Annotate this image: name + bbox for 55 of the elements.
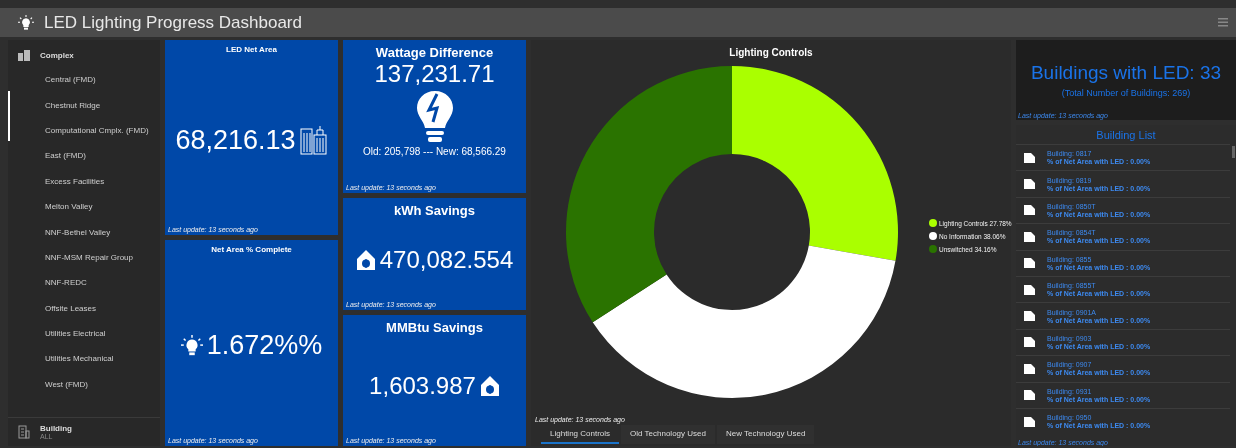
card-title: Wattage Difference [375, 45, 494, 60]
sidebar-item[interactable]: West (FMD) [8, 371, 160, 398]
scrollbar-thumb[interactable] [1232, 146, 1235, 158]
document-icon [1024, 179, 1035, 190]
list-title: Building List [1095, 128, 1157, 143]
metric-value: 68,216.13 [175, 124, 296, 156]
lightbulb-icon [414, 90, 455, 144]
sidebar-item[interactable]: NNF-MSM Repair Group [8, 244, 160, 271]
sidebar-item[interactable]: Utilities Electrical [8, 320, 160, 347]
building-icon [18, 425, 30, 439]
sidebar-item[interactable]: NNF-REDC [8, 270, 160, 296]
card-title: LED Net Area [226, 45, 277, 54]
summary-subtitle: (Total Number of Buildings: 269) [1061, 88, 1191, 98]
sidebar-item[interactable]: Excess Facilities [8, 168, 160, 194]
metric-detail: Old: 205,798 --- New: 68,566.29 [363, 146, 506, 157]
sidebar-item[interactable]: East (FMD) [8, 143, 160, 169]
house-coin-icon [479, 375, 500, 398]
summary-title: Buildings with LED: 33 [1030, 62, 1222, 84]
dashboard-title: LED Lighting Progress Dashboard [44, 12, 303, 33]
document-icon [1024, 284, 1035, 295]
lightbulb-icon [180, 334, 203, 357]
house-coin-icon [355, 248, 376, 271]
metric-value: 1,603.987 [369, 372, 476, 401]
card-title: kWh Savings [394, 203, 475, 219]
group-label: Complex [40, 50, 74, 60]
buildings-icon [18, 49, 30, 61]
document-icon [1024, 337, 1035, 348]
metric-value: 137,231.71 [374, 60, 495, 88]
document-icon [1024, 416, 1035, 427]
document-icon [1024, 363, 1035, 374]
document-icon [1024, 205, 1035, 216]
sidebar-item[interactable]: Central (FMD) [8, 67, 160, 93]
sidebar-item[interactable]: NNF-Bethel Valley [8, 219, 160, 245]
metric-value: 1.672%% [206, 330, 323, 362]
sidebar-item[interactable]: Computational Cmplx. (FMD) [8, 117, 160, 144]
card-title: MMBtu Savings [386, 320, 483, 336]
chart-tab[interactable]: Old Technology Used [621, 425, 715, 444]
skyscrapers-icon [299, 125, 328, 156]
sidebar-item[interactable]: Melton Valley [8, 193, 160, 220]
document-icon [1024, 390, 1035, 401]
chart-title: Lighting Controls [728, 47, 814, 58]
menu-icon[interactable] [1218, 18, 1228, 27]
document-icon [1024, 152, 1035, 163]
document-icon [1024, 258, 1035, 269]
document-icon [1024, 231, 1035, 242]
filter-label: Building [40, 424, 72, 433]
sidebar-item[interactable]: Chestnut Ridge [8, 92, 160, 118]
lightbulb-icon [18, 14, 34, 31]
sidebar-item[interactable]: Utilities Mechanical [8, 346, 160, 372]
scroll-indicator [8, 91, 10, 141]
sidebar-item[interactable]: Offsite Leases [8, 295, 160, 321]
chart-tab[interactable]: New Technology Used [716, 425, 815, 444]
document-icon [1024, 311, 1035, 322]
metric-value: 470,082.554 [379, 245, 514, 274]
card-title: Net Area % Complete [211, 245, 292, 255]
